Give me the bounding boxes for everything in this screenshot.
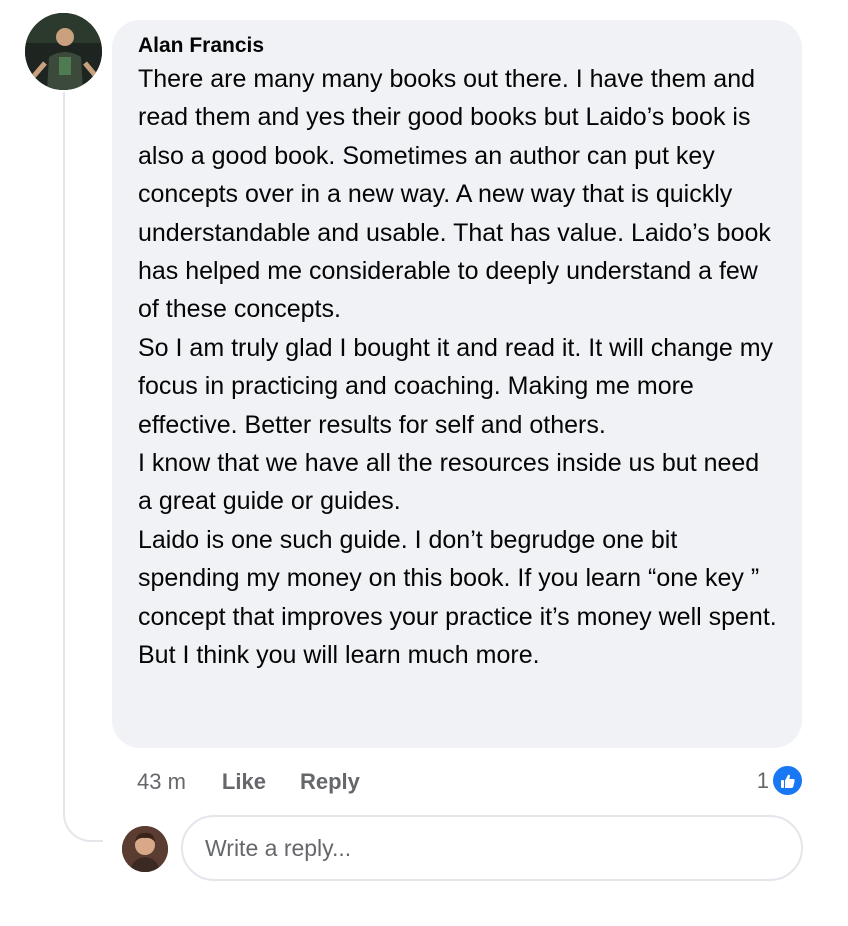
thumbs-up-icon [771, 764, 804, 797]
author-avatar-image [25, 13, 102, 90]
current-user-avatar-image [122, 826, 168, 872]
reply-input[interactable]: Write a reply... [181, 815, 803, 881]
comment-paragraph: So I am truly glad I bought it and read … [138, 333, 774, 439]
comment-paragraph: There are many many books out there. I h… [138, 65, 771, 324]
reply-input-placeholder: Write a reply... [205, 834, 352, 861]
thread-connector-line [63, 92, 103, 842]
comment-actions: 43 m Like Reply [137, 766, 394, 798]
reply-button[interactable]: Reply [300, 769, 360, 795]
author-avatar[interactable] [25, 13, 102, 90]
comment-paragraph: I know that we have all the resources in… [138, 449, 760, 516]
reaction-summary[interactable]: 1 [757, 764, 804, 797]
reaction-count: 1 [756, 767, 769, 793]
comment-timestamp[interactable]: 43 m [137, 769, 186, 795]
comment-text: There are many many books out there. I h… [138, 60, 780, 675]
like-button[interactable]: Like [222, 769, 266, 795]
comment-paragraph: Laido is one such guide. I don’t begrudg… [138, 525, 777, 670]
comment-author[interactable]: Alan Francis [138, 32, 780, 60]
comment-bubble: Alan Francis There are many many books o… [112, 20, 802, 748]
current-user-avatar[interactable] [122, 826, 168, 872]
